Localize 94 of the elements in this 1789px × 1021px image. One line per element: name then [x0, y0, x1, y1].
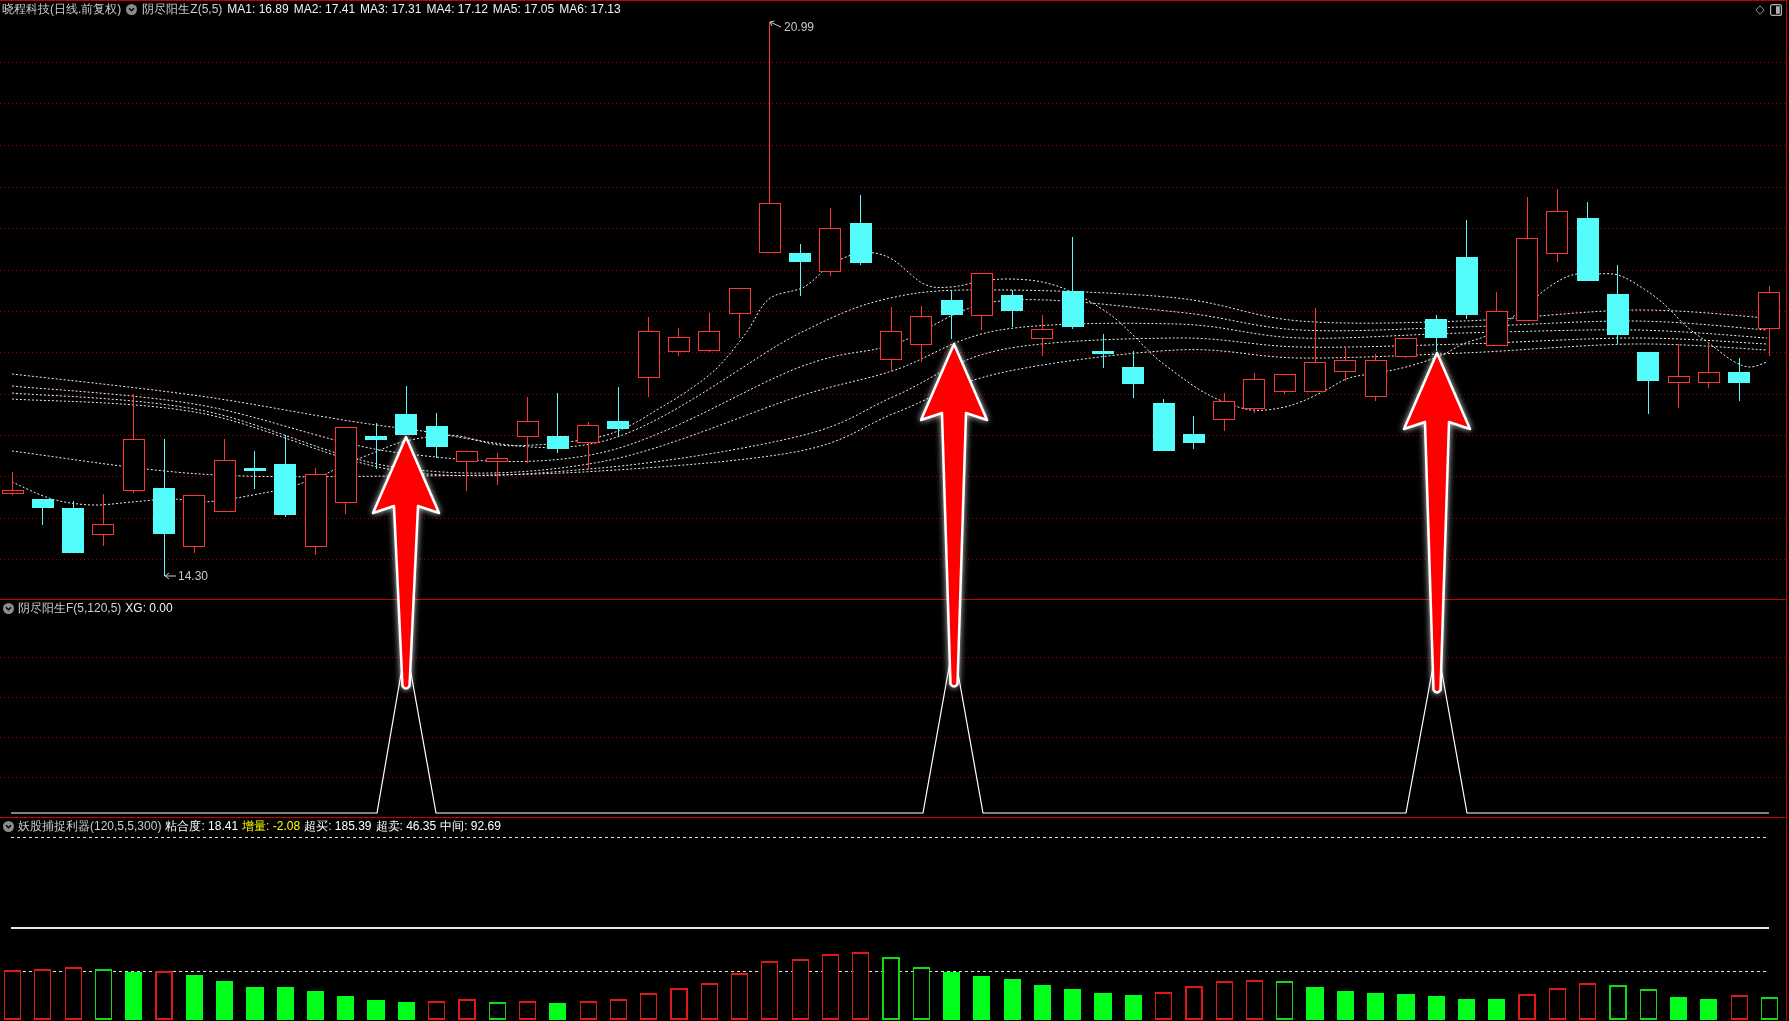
indicator-bar: [549, 1003, 567, 1020]
chart-title: 晓程科技(日线.前复权): [2, 1, 122, 18]
candlestick: [1667, 343, 1690, 409]
chevron-down-icon[interactable]: [3, 603, 14, 614]
price-label: 14.30: [178, 569, 209, 583]
candlestick: [577, 421, 600, 471]
chevron-down-icon[interactable]: [126, 4, 138, 15]
candlestick: [1001, 289, 1024, 328]
candlestick: [1485, 291, 1508, 346]
candlestick: [92, 493, 115, 547]
candlestick: [365, 422, 388, 470]
candlestick: [395, 385, 418, 435]
candlestick: [1758, 285, 1781, 357]
candlestick: [1728, 357, 1751, 402]
candlestick: [880, 306, 902, 372]
indicator-bar: [1064, 989, 1082, 1020]
indicator-bar: [1488, 999, 1506, 1020]
candlestick: [62, 500, 85, 554]
candlestick: [789, 243, 812, 297]
indicator-bar: [1306, 987, 1324, 1020]
indicator-bar: [973, 976, 991, 1020]
indicator-value: MA1: 16.89: [227, 1, 289, 18]
indicator-value: MA5: 17.05: [492, 1, 555, 18]
indicator-bar: [246, 987, 264, 1020]
indicator-bar: [1700, 999, 1718, 1020]
indicator-bar: [1669, 997, 1688, 1020]
candlestick: [1122, 350, 1145, 399]
indicator-value: MA4: 17.12: [426, 1, 488, 18]
indicator-bar: [1124, 995, 1142, 1020]
indicator-bar: [943, 972, 961, 1020]
candlestick: [849, 194, 872, 266]
indicator-bar: [1094, 993, 1112, 1020]
indicator-bar: [367, 1000, 385, 1020]
candlestick: [1425, 314, 1448, 352]
candlestick: [1213, 392, 1236, 432]
candlestick: [455, 450, 478, 492]
indicator-value: 超买: 185.39: [304, 818, 372, 835]
candlestick: [940, 290, 963, 340]
indicator-bar: [185, 975, 203, 1020]
indicator-value: 增量: -2.08: [242, 818, 301, 835]
indicator-value: MA3: 17.31: [360, 1, 422, 18]
candlestick: [668, 327, 690, 357]
candlestick: [516, 396, 539, 464]
indicator-bar: [125, 972, 143, 1020]
candlestick: [910, 305, 933, 363]
indicator-value: XG: 0.00: [125, 600, 173, 617]
indicator-bar: [1457, 999, 1476, 1020]
diamond-icon[interactable]: [1755, 4, 1765, 15]
split-square-icon[interactable]: [1770, 3, 1782, 16]
candlestick: [1697, 343, 1720, 389]
indicator-bar: [1427, 996, 1445, 1020]
indicator-bar: [306, 991, 325, 1020]
indicator-name: 妖股捕捉利器(120,5,5,300): [18, 818, 162, 835]
candlestick: [1394, 337, 1417, 359]
chevron-down-icon[interactable]: [3, 821, 14, 832]
candlestick: [1273, 373, 1296, 395]
candlestick: [607, 386, 630, 437]
indicator-value: 超卖: 46.35: [375, 818, 437, 835]
candlestick: [1334, 345, 1357, 382]
indicator-bar: [1397, 994, 1415, 1020]
candlestick: [1152, 398, 1175, 451]
candlestick: [183, 494, 206, 554]
indicator-value: MA2: 17.41: [293, 1, 356, 18]
candlestick: [819, 207, 842, 277]
indicator-bar: [397, 1002, 415, 1020]
indicator-bar: [337, 996, 355, 1020]
indicator-bar: [216, 981, 234, 1020]
candlestick: [1637, 351, 1660, 415]
candlestick: [546, 392, 569, 454]
indicator-bar: [1336, 991, 1354, 1020]
candlestick: [728, 287, 751, 339]
candlestick: [31, 498, 54, 526]
indicator-bar: [1033, 985, 1052, 1020]
leader-arrow: [164, 572, 177, 580]
indicator-value: MA6: 17.13: [559, 1, 621, 18]
candlestick: [970, 272, 993, 331]
candlestick: [1364, 353, 1387, 402]
indicator-value: 粘合度: 18.41: [165, 818, 239, 835]
candlestick: [1243, 372, 1266, 414]
candlestick: [243, 450, 266, 490]
leader-arrow: [769, 20, 782, 28]
candlestick: [425, 412, 448, 459]
indicator-name: 阴尽阳生Z(5,5): [142, 1, 223, 18]
indicator-name: 阴尽阳生F(5,120,5): [18, 600, 122, 617]
indicator-value: 中间: 92.69: [440, 818, 501, 835]
indicator-bar: [276, 987, 294, 1020]
candlestick: [1031, 314, 1054, 357]
indicator-bar: [1367, 993, 1385, 1020]
price-label: 20.99: [784, 20, 815, 34]
candlestick: [1092, 333, 1115, 369]
candlestick: [1182, 415, 1205, 450]
candlestick: [698, 312, 721, 353]
candlestick: [486, 452, 509, 486]
indicator-bar: [1003, 979, 1021, 1020]
